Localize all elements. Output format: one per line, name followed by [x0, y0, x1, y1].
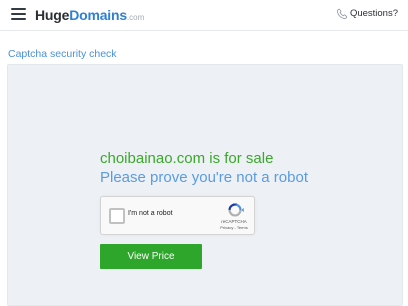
site-header: HugeDomains.com Questions? — [0, 0, 408, 31]
logo-domains-text: Domains — [69, 7, 127, 23]
phone-icon — [336, 8, 348, 20]
sale-headline: choibainao.com is for sale — [100, 150, 274, 167]
recaptcha-checkbox[interactable] — [109, 208, 125, 224]
hamburger-menu-icon[interactable] — [11, 8, 26, 20]
recaptcha-terms-link[interactable]: Privacy - Terms — [214, 225, 254, 230]
logo-tld-text: .com — [126, 13, 145, 22]
recaptcha-widget: I'm not a robot reCAPTCHA Privacy - Term… — [100, 196, 255, 235]
view-price-button[interactable]: View Price — [100, 244, 202, 269]
site-logo[interactable]: HugeDomains.com — [35, 7, 144, 26]
logo-huge-text: Huge — [35, 7, 70, 23]
recaptcha-logo-icon — [228, 203, 244, 217]
robot-prompt: Please prove you're not a robot — [100, 169, 308, 186]
recaptcha-label: I'm not a robot — [128, 210, 173, 217]
questions-link[interactable]: Questions? — [350, 8, 398, 19]
captcha-title: Captcha security check — [8, 48, 117, 60]
